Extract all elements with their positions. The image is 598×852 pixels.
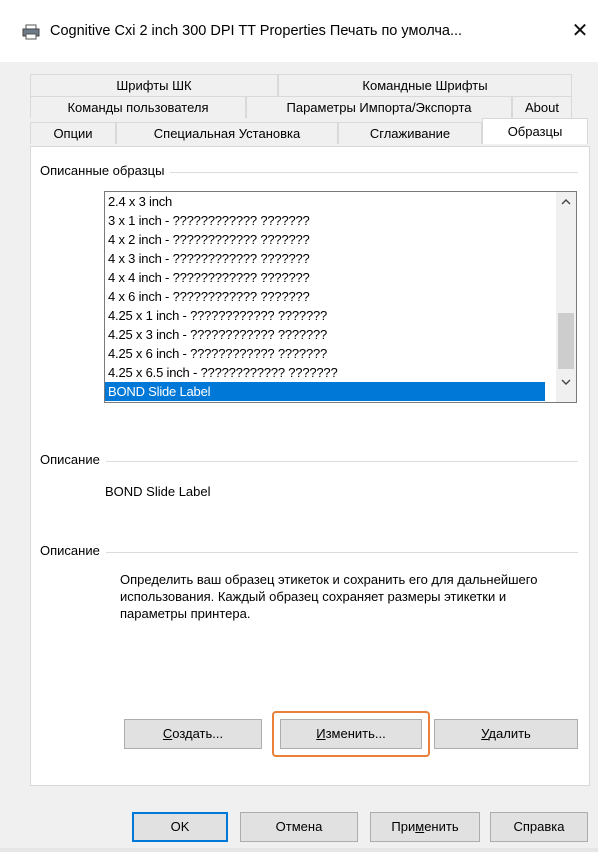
description-help-label: Описание [40,543,106,558]
apply-button[interactable]: Применить [370,812,480,842]
tab-special-setup[interactable]: Специальная Установка [116,122,338,144]
apply-label-post: енить [424,819,459,834]
create-button[interactable]: Создать... [124,719,262,749]
description-help-text: Определить ваш образец этикеток и сохран… [120,572,538,621]
list-item[interactable]: 4 x 3 inch - ???????????? ??????? [105,249,545,268]
delete-button[interactable]: Удалить [434,719,578,749]
tab-import-export[interactable]: Параметры Импорта/Экспорта [246,96,512,118]
samples-listbox[interactable]: 2.4 x 3 inch 3 x 1 inch - ???????????? ??… [104,191,577,403]
scrollbar-thumb[interactable] [558,313,574,369]
printer-icon [22,24,40,40]
list-item[interactable]: 3 x 1 inch - ???????????? ??????? [105,211,545,230]
tab-smoothing[interactable]: Сглаживание [338,122,482,144]
close-icon[interactable]: ✕ [566,16,594,46]
apply-accel: м [415,819,425,834]
group-divider [40,552,578,553]
tab-user-commands[interactable]: Команды пользователя [30,96,246,118]
tab-command-fonts[interactable]: Командные Шрифты [278,74,572,96]
create-label: оздать... [172,726,224,741]
selected-sample-name: BOND Slide Label [105,484,211,499]
list-item[interactable]: 4.25 x 1 inch - ???????????? ??????? [105,306,545,325]
edit-button[interactable]: Изменить... [280,719,422,749]
chevron-up-icon[interactable] [556,192,576,212]
edit-label: зменить... [325,726,386,741]
group-divider [40,461,578,462]
window-frame [0,848,598,852]
tab-about[interactable]: About [512,96,572,118]
list-item[interactable]: 4.25 x 6 inch - ???????????? ??????? [105,344,545,363]
tab-options[interactable]: Опции [30,122,116,144]
list-item[interactable]: 4 x 4 inch - ???????????? ??????? [105,268,545,287]
listbox-scrollbar[interactable] [556,192,576,402]
list-item[interactable]: BOND Slide Label [105,382,545,401]
samples-list: 2.4 x 3 inch 3 x 1 inch - ???????????? ??… [105,192,545,401]
create-accel: С [162,726,173,741]
cancel-button[interactable]: Отмена [240,812,358,842]
help-button[interactable]: Справка [490,812,588,842]
list-item[interactable]: 4 x 6 inch - ???????????? ??????? [105,287,545,306]
list-item[interactable]: 4.25 x 3 inch - ???????????? ??????? [105,325,545,344]
window-title: Cognitive Cxi 2 inch 300 DPI TT Properti… [50,23,463,39]
samples-group-label: Описанные образцы [40,163,171,178]
list-item[interactable]: 4.25 x 6.5 inch - ???????????? ??????? [105,363,545,382]
ok-button[interactable]: OK [132,812,228,842]
edit-accel: И [316,726,326,741]
tab-samples[interactable]: Образцы [482,118,588,144]
chevron-down-icon[interactable] [556,372,576,392]
list-item[interactable]: 4 x 2 inch - ???????????? ??????? [105,230,545,249]
apply-label-pre: При [391,819,416,834]
description-group-label: Описание [40,452,106,467]
delete-label: далить [488,726,531,741]
list-item[interactable]: 2.4 x 3 inch [105,192,545,211]
tab-barcode-fonts[interactable]: Шрифты ШК [30,74,278,96]
